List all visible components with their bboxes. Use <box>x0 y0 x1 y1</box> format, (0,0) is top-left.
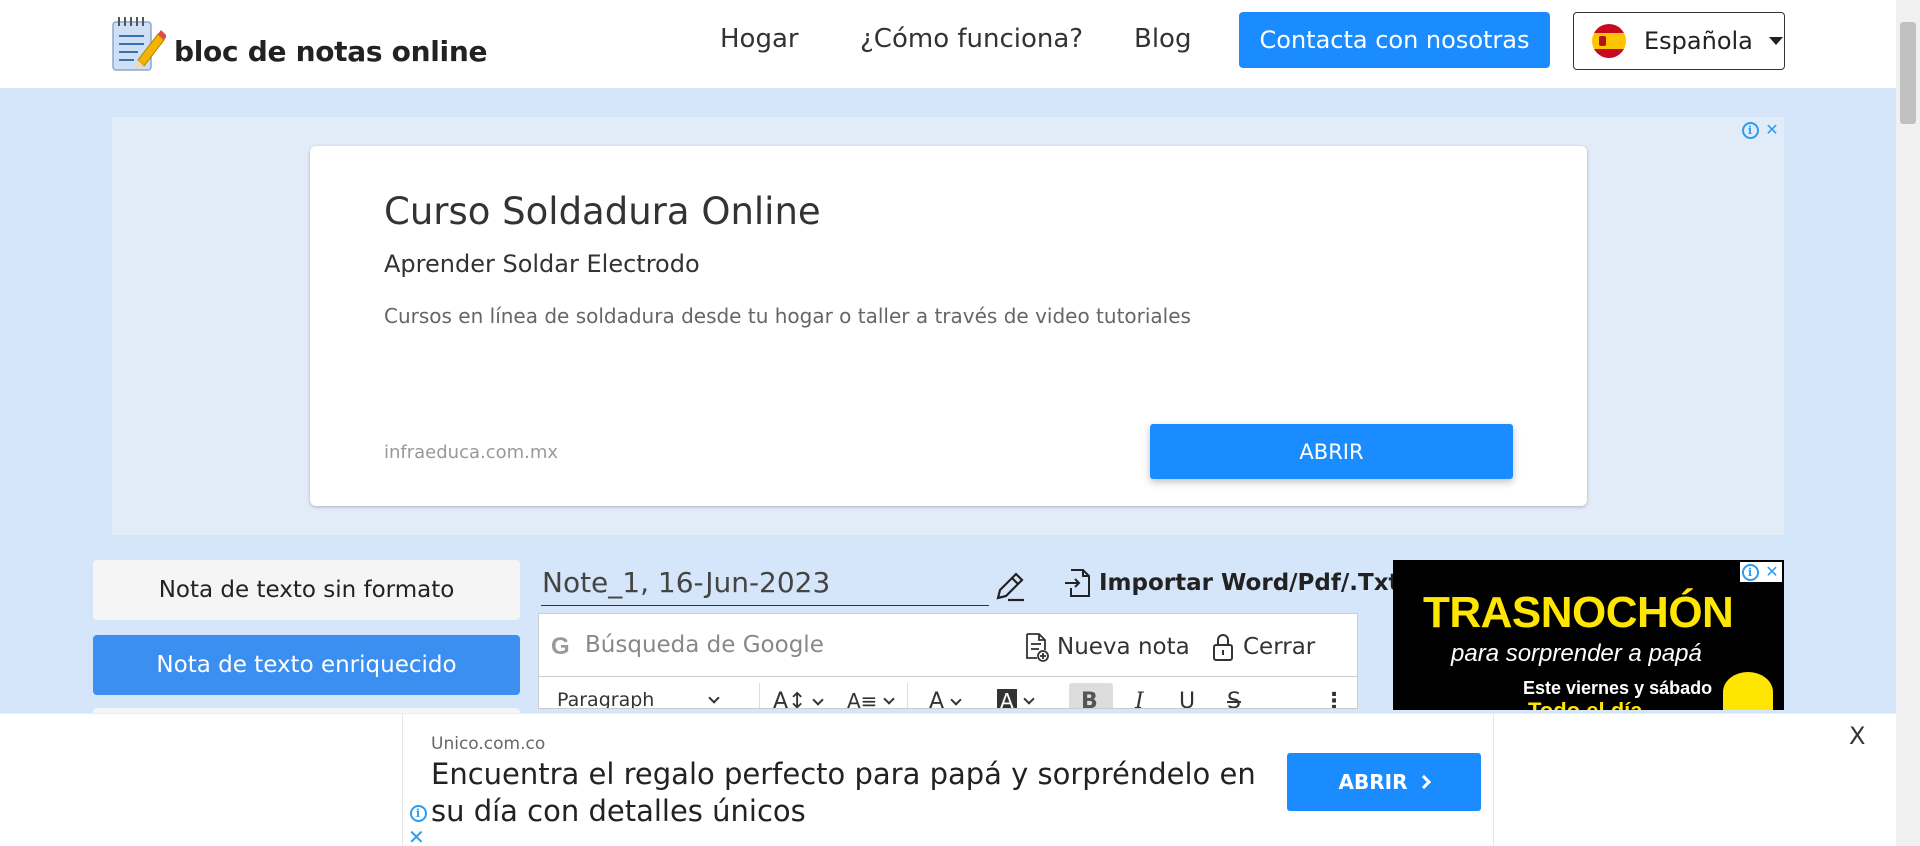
ad-bottom-open-button[interactable]: ABRIR <box>1287 753 1481 811</box>
nav-blog[interactable]: Blog <box>1134 24 1191 54</box>
editor-toolbar-top: G Búsqueda de Google Nueva nota Cerrar <box>538 613 1358 677</box>
more-options-icon[interactable]: ⋮ <box>1323 689 1345 708</box>
ad-close-icon[interactable]: ✕ <box>1762 120 1782 140</box>
nav-hogar[interactable]: Hogar <box>720 24 799 54</box>
site-header: bloc de notas online Hogar ¿Cómo funcion… <box>0 0 1896 88</box>
lock-icon <box>1213 634 1233 661</box>
google-g-icon: G <box>551 633 570 660</box>
notepad-icon <box>110 14 167 74</box>
ad-right[interactable]: TRASNOCHÓN para sorprender a papá Este v… <box>1393 560 1784 710</box>
import-file-icon <box>1065 569 1090 597</box>
ad-right-line2: Todo el día <box>1528 698 1642 710</box>
ad-right-choices[interactable]: i ✕ <box>1740 562 1782 582</box>
ad-card[interactable]: Curso Soldadura Online Aprender Soldar E… <box>310 146 1587 506</box>
chevron-down-icon <box>812 693 825 706</box>
import-label: Importar Word/Pdf/.Txt <box>1099 570 1400 596</box>
ad-close-icon[interactable]: ✕ <box>408 825 425 846</box>
ad-mascot-image <box>1723 672 1773 710</box>
ad-title: Curso Soldadura Online <box>384 190 821 233</box>
ad-banner-top: i ✕ Curso Soldadura Online Aprender Sold… <box>112 117 1784 535</box>
ad-bottom-card[interactable]: Unico.com.co Encuentra el regalo perfect… <box>402 714 1494 846</box>
ad-bottom-open-label: ABRIR <box>1338 770 1408 794</box>
chevron-down-icon <box>950 693 962 706</box>
font-size-button[interactable]: A↕ <box>773 689 825 708</box>
new-note-label: Nueva nota <box>1057 634 1190 660</box>
ad-open-button[interactable]: ABRIR <box>1150 424 1513 479</box>
chevron-down-icon <box>883 693 896 705</box>
language-label: Española <box>1644 27 1753 55</box>
chevron-down-icon <box>708 692 720 704</box>
close-button[interactable]: Cerrar <box>1211 632 1315 662</box>
logo[interactable]: bloc de notas online <box>110 14 487 74</box>
new-note-button[interactable]: Nueva nota <box>1025 632 1190 662</box>
logo-text: bloc de notas online <box>174 34 488 68</box>
pencil-icon[interactable] <box>994 570 1026 602</box>
ad-domain: infraeduca.com.mx <box>384 442 559 463</box>
ad-right-line: Este viernes y sábado <box>1523 678 1713 698</box>
ad-subtitle: Aprender Soldar Electrodo <box>384 250 700 278</box>
scrollbar[interactable] <box>1896 0 1920 846</box>
note-title-field[interactable]: Note_1, 16-Jun-2023 <box>541 558 989 606</box>
strikethrough-button[interactable]: S <box>1227 689 1241 708</box>
ad-info-icon[interactable]: i <box>1740 120 1760 140</box>
bold-button[interactable]: B <box>1081 689 1098 708</box>
italic-button[interactable]: I <box>1135 689 1144 708</box>
paragraph-format-label: Paragraph <box>557 689 655 709</box>
tab-rich-text-note[interactable]: Nota de texto enriquecido <box>93 635 520 695</box>
google-search-input[interactable]: G Búsqueda de Google <box>551 632 824 660</box>
caret-down-icon <box>1768 37 1783 45</box>
contact-button[interactable]: Contacta con nosotras <box>1239 12 1550 68</box>
highlight-color-button[interactable]: A <box>997 689 1035 708</box>
language-select[interactable]: Española <box>1573 12 1785 70</box>
paragraph-format-select[interactable]: Paragraph <box>557 689 720 709</box>
font-color-button[interactable]: A <box>929 689 962 708</box>
editor-format-toolbar: Paragraph A↕ A≡ A A B I U S ⋮ <box>538 677 1358 709</box>
ad-description: Cursos en línea de soldadura desde tu ho… <box>384 304 1191 328</box>
tab-plain-text-note[interactable]: Nota de texto sin formato <box>93 560 520 620</box>
spain-flag-icon <box>1592 24 1626 58</box>
ad-info-icon[interactable]: i <box>1740 562 1760 582</box>
chevron-right-icon <box>1417 774 1432 790</box>
ad-right-title: TRASNOCHÓN <box>1423 588 1734 637</box>
scrollbar-thumb[interactable] <box>1900 22 1916 124</box>
ad-choices[interactable]: i ✕ <box>1740 120 1782 140</box>
close-label: Cerrar <box>1243 634 1316 660</box>
ad-close-icon[interactable]: ✕ <box>1762 562 1782 582</box>
ad-bottom-headline: Encuentra el regalo perfecto para papá y… <box>431 757 1256 828</box>
ad-info-icon[interactable]: i <box>408 803 428 823</box>
line-height-button[interactable]: A≡ <box>847 689 896 708</box>
ad-right-subtitle: para sorprender a papá <box>1451 640 1702 667</box>
chevron-down-icon <box>1023 693 1035 705</box>
new-note-icon <box>1026 633 1049 662</box>
ad-bottom-close-button[interactable]: X <box>1849 722 1865 750</box>
ad-bottom-banner: Unico.com.co Encuentra el regalo perfect… <box>0 713 1896 846</box>
underline-button[interactable]: U <box>1179 689 1195 708</box>
nav-como-funciona[interactable]: ¿Cómo funciona? <box>860 24 1083 54</box>
google-search-placeholder: Búsqueda de Google <box>585 632 824 658</box>
ad-bottom-domain: Unico.com.co <box>431 734 546 754</box>
import-button[interactable]: Importar Word/Pdf/.Txt <box>1063 568 1400 598</box>
